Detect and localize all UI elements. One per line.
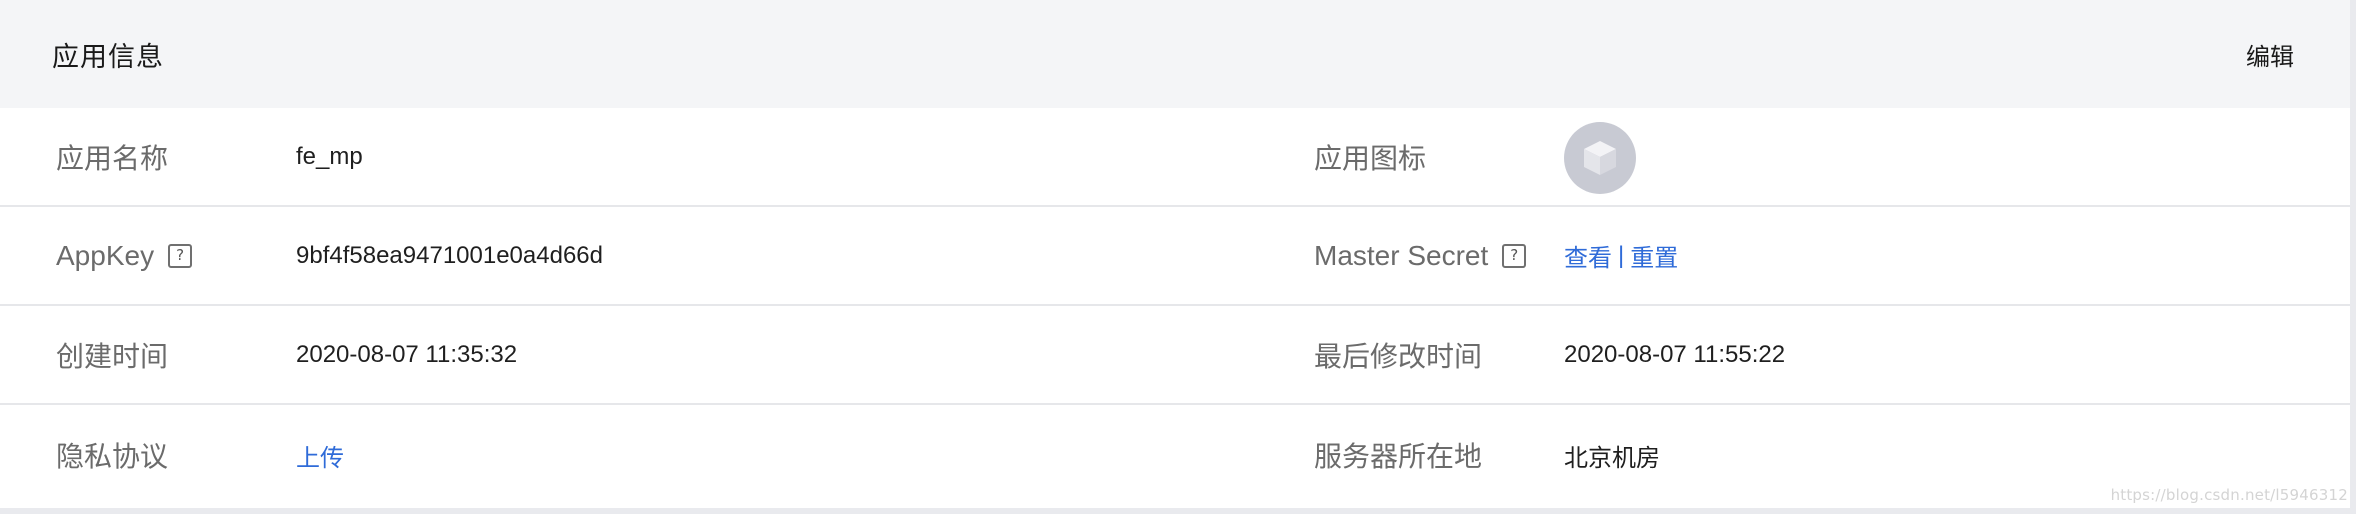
info-row-app-key: AppKey ? 9bf4f58ea9471001e0a4d66d Master… bbox=[0, 207, 2350, 306]
info-row-times: 创建时间 2020-08-07 11:35:32 最后修改时间 2020-08-… bbox=[0, 306, 2350, 405]
info-row-app-name: 应用名称 fe_mp 应用图标 bbox=[0, 108, 2350, 207]
app-info-card: 应用信息 编辑 应用名称 fe_mp 应用图标 AppKey ? 9bf4f58… bbox=[0, 0, 2356, 514]
card-title: 应用信息 bbox=[52, 41, 164, 72]
app-name-label-text: 应用名称 bbox=[56, 142, 169, 174]
server-location-label: 服务器所在地 bbox=[1314, 435, 1564, 475]
action-separator: | bbox=[1618, 241, 1625, 269]
privacy-value: 上传 bbox=[296, 438, 1314, 473]
app-name-value: fe_mp bbox=[296, 142, 363, 170]
info-rows: 应用名称 fe_mp 应用图标 AppKey ? 9bf4f58ea947100… bbox=[0, 108, 2350, 505]
app-key-label: AppKey ? bbox=[0, 240, 296, 272]
privacy-label-text: 隐私协议 bbox=[56, 441, 169, 472]
question-icon[interactable]: ? bbox=[168, 243, 193, 268]
edit-button[interactable]: 编辑 bbox=[2246, 37, 2294, 72]
modified-time-value: 2020-08-07 11:55:22 bbox=[1564, 340, 1786, 368]
app-icon-label: 应用图标 bbox=[1314, 137, 1564, 177]
privacy-label: 隐私协议 bbox=[0, 435, 296, 475]
card-header: 应用信息 编辑 bbox=[0, 0, 2350, 108]
created-time-label: 创建时间 bbox=[0, 335, 296, 375]
server-location-value: 北京机房 bbox=[1564, 444, 1660, 472]
app-key-value: 9bf4f58ea9471001e0a4d66d bbox=[296, 241, 603, 269]
upload-privacy-link[interactable]: 上传 bbox=[296, 438, 344, 473]
modified-time-label-text: 最后修改时间 bbox=[1314, 340, 1483, 372]
master-secret-actions: 查看 | 重置 bbox=[1564, 238, 2350, 273]
question-icon[interactable]: ? bbox=[1502, 243, 1527, 268]
master-secret-label: Master Secret ? bbox=[1314, 240, 1564, 272]
created-time-label-text: 创建时间 bbox=[56, 340, 169, 372]
app-name-label: 应用名称 bbox=[0, 137, 296, 177]
app-icon-label-text: 应用图标 bbox=[1314, 142, 1427, 174]
master-secret-label-text: Master Secret bbox=[1314, 239, 1489, 271]
app-key-label-text: AppKey bbox=[56, 239, 155, 271]
cube-icon bbox=[1584, 140, 1616, 175]
view-secret-link[interactable]: 查看 bbox=[1564, 238, 1612, 273]
reset-secret-link[interactable]: 重置 bbox=[1630, 238, 1678, 273]
modified-time-label: 最后修改时间 bbox=[1314, 335, 1564, 375]
watermark: https://blog.csdn.net/l5946312 bbox=[2110, 486, 2348, 504]
server-location-label-text: 服务器所在地 bbox=[1314, 441, 1483, 472]
app-icon-value bbox=[1564, 120, 2350, 194]
app-cube-icon bbox=[1564, 121, 1636, 194]
created-time-value: 2020-08-07 11:35:32 bbox=[296, 340, 518, 368]
info-row-privacy: 隐私协议 上传 服务器所在地 北京机房 bbox=[0, 405, 2350, 505]
